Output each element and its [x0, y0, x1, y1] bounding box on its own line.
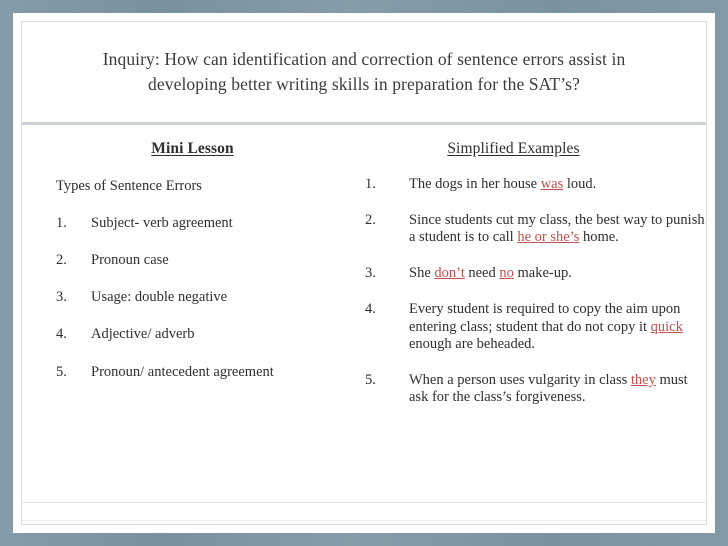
mini-lesson-heading: Mini Lesson	[151, 140, 234, 157]
error-word: no	[499, 265, 514, 282]
list-item-marker: 3.	[365, 265, 376, 282]
sentence-text: home.	[579, 229, 619, 246]
list-item: 1. Subject- verb agreement	[56, 214, 357, 232]
slide-canvas: Inquiry: How can identification and corr…	[22, 22, 706, 524]
footer-divider-upper	[22, 502, 706, 503]
title-divider	[22, 122, 706, 125]
simplified-examples-column: Simplified Examples 1. The dogs in her ho…	[357, 130, 706, 406]
error-word: quick	[650, 318, 683, 335]
list-item-text: Every student is required to copy the ai…	[409, 301, 706, 352]
simplified-examples-heading: Simplified Examples	[447, 140, 580, 157]
mini-lesson-lead-text: Types of Sentence Errors	[56, 178, 202, 194]
error-word: he or she’s	[517, 229, 580, 246]
list-item-marker: 5.	[365, 371, 376, 388]
sentence-text: need	[464, 265, 500, 282]
list-item: 4. Adjective/ adverb	[56, 325, 357, 343]
error-word: don’t	[434, 265, 465, 282]
list-item-marker: 2.	[56, 252, 67, 269]
mini-lesson-column: Mini Lesson Types of Sentence Errors 1. S…	[22, 130, 357, 381]
list-item-text: The dogs in her house was loud.	[409, 176, 706, 193]
sentence-text: enough are beheaded.	[409, 335, 536, 352]
list-item: 2. Since students cut my class, the best…	[365, 212, 706, 246]
list-item: 5. When a person uses vulgarity in class …	[365, 372, 706, 406]
list-item-text: Adjective/ adverb	[91, 326, 195, 343]
slide-body: Mini Lesson Types of Sentence Errors 1. S…	[22, 130, 706, 490]
sentence-text: She	[409, 265, 435, 282]
sentence-text: When a person uses vulgarity in class	[409, 371, 631, 388]
list-item-marker: 1.	[365, 176, 376, 192]
slide-title: Inquiry: How can identification and corr…	[102, 48, 626, 94]
list-item-text: Since students cut my class, the best wa…	[409, 212, 706, 246]
footer-divider-lower	[22, 520, 706, 521]
sentence-text: loud.	[563, 176, 597, 192]
slide-title-block: Inquiry: How can identification and corr…	[22, 22, 706, 122]
sentence-text: The dogs in her house	[409, 176, 541, 192]
list-item-text: Pronoun case	[91, 252, 169, 269]
list-item-text: Subject- verb agreement	[91, 215, 233, 231]
slide-outer-frame: Inquiry: How can identification and corr…	[0, 0, 728, 546]
list-item-text: She don’t need no make-up.	[409, 265, 706, 282]
list-item-text: Usage: double negative	[91, 289, 228, 306]
list-item: 4. Every student is required to copy the …	[365, 301, 706, 352]
list-item-marker: 4.	[365, 301, 376, 318]
list-item: 3. She don’t need no make-up.	[365, 265, 706, 282]
error-word: was	[540, 176, 564, 192]
sentence-text: Every student is required to copy the ai…	[409, 301, 681, 335]
list-item: 3. Usage: double negative	[56, 288, 357, 306]
list-item-marker: 2.	[365, 212, 376, 229]
simplified-examples-list: 1. The dogs in her house was loud. 2. Sinc…	[365, 176, 706, 406]
list-item: 5. Pronoun/ antecedent agreement	[56, 363, 357, 381]
list-item: 1. The dogs in her house was loud.	[365, 176, 706, 193]
list-item-text: When a person uses vulgarity in class th…	[409, 372, 706, 406]
list-item-marker: 5.	[56, 363, 67, 380]
list-item-marker: 4.	[56, 326, 67, 343]
mini-lesson-list: 1. Subject- verb agreement 2. Pronoun case 3…	[56, 214, 357, 381]
list-item-marker: 1.	[56, 215, 67, 231]
list-item: 2. Pronoun case	[56, 251, 357, 269]
sentence-text: make-up.	[513, 265, 572, 282]
list-item-marker: 3.	[56, 289, 67, 306]
list-item-text: Pronoun/ antecedent agreement	[91, 363, 274, 380]
error-word: they	[630, 371, 656, 388]
